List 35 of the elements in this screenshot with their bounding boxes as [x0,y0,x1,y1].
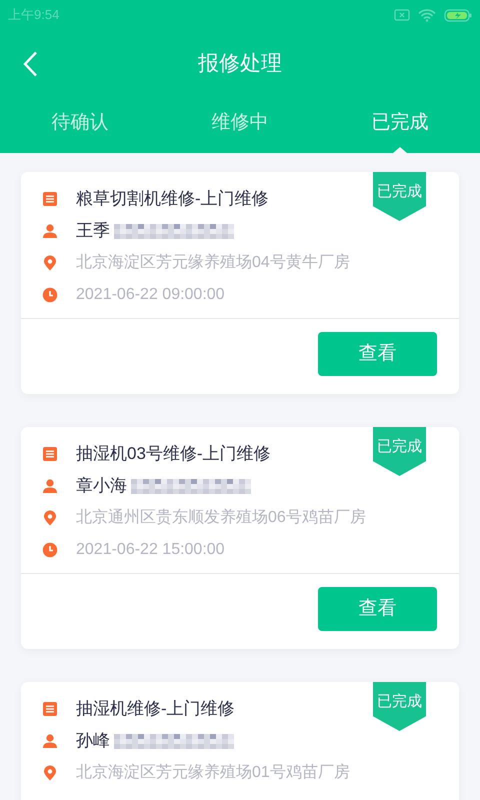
status-ribbon: 已完成 [373,682,426,731]
status-time: 上午9:54 [8,6,60,24]
page-title: 报修处理 [198,51,282,78]
document-icon [42,701,58,717]
order-title: 抽湿机03号维修-上门维修 [76,443,271,466]
contact-name: 王季 [76,220,110,242]
appointment-time: 2021-06-22 09:00:00 [76,285,225,305]
document-icon [42,191,58,207]
person-icon [42,733,58,749]
appointment-time: 2021-06-22 15:00:00 [76,540,225,560]
wifi-icon [418,8,436,22]
clock-icon [42,542,58,558]
address: 北京海淀区芳元缘养殖场01号鸡苗厂房 [76,762,350,783]
view-button[interactable]: 查看 [318,587,437,631]
address: 北京通州区贵东顺发养殖场06号鸡苗厂房 [76,508,366,528]
person-icon [42,223,58,239]
order-title: 粮草切割机维修-上门维修 [76,188,269,210]
status-ribbon: 已完成 [373,427,426,476]
battery-charging-icon [444,8,472,22]
location-pin-icon [42,255,58,271]
person-icon [42,478,58,494]
tab[interactable]: 已完成 [320,98,480,153]
status-ribbon: 已完成 [373,172,426,221]
location-pin-icon [42,765,58,781]
contact-name: 章小海 [76,475,127,498]
tab[interactable]: 维修中 [160,98,320,153]
contact-name: 孙峰 [76,730,110,752]
document-icon [42,446,58,462]
address: 北京海淀区芳元缘养殖场04号黄牛厂房 [76,252,350,273]
location-pin-icon [42,510,58,526]
no-sim-icon [394,9,410,21]
clock-icon [42,287,58,303]
view-button[interactable]: 查看 [318,332,437,376]
tab[interactable]: 待确认 [0,98,160,153]
order-title: 抽湿机维修-上门维修 [76,698,235,720]
